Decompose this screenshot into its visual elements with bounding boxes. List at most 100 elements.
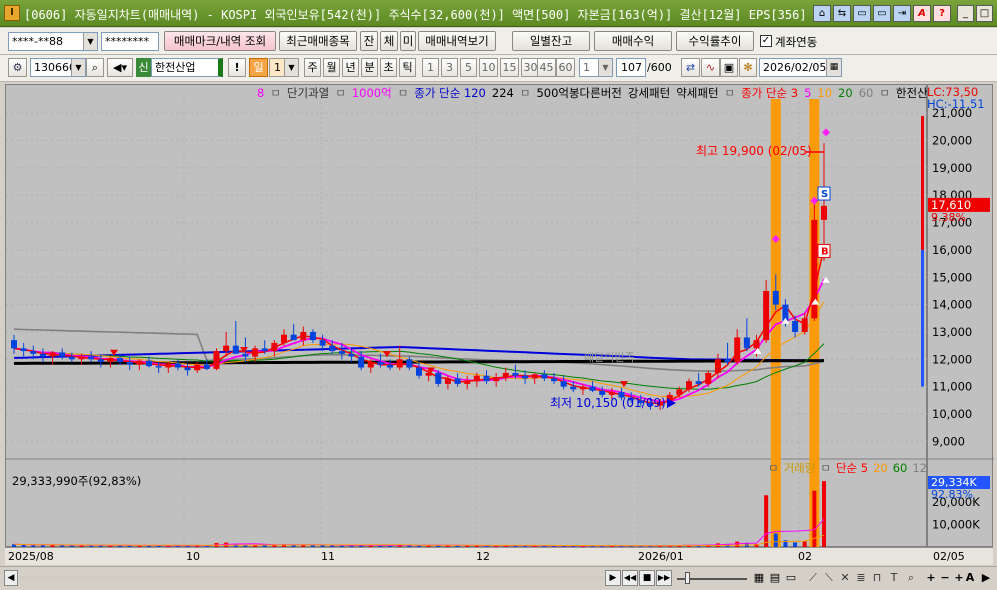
- interval-select[interactable]: 1 ▼: [579, 58, 613, 77]
- magnet-icon[interactable]: ⊓: [870, 570, 884, 585]
- account-select[interactable]: ****-**88 ▼: [8, 32, 98, 51]
- candle-body: [512, 372, 519, 376]
- period-number-select[interactable]: 1 ▼: [269, 58, 299, 77]
- trade-history-button[interactable]: 매매내역보기: [418, 31, 496, 51]
- password-field[interactable]: ********: [101, 32, 159, 51]
- stock-code-input[interactable]: 130660 ▼: [30, 58, 86, 77]
- maximize-button[interactable]: □: [976, 5, 993, 22]
- data-count-input[interactable]: 107: [616, 58, 646, 77]
- period-week-button[interactable]: 주: [304, 58, 321, 77]
- date-input[interactable]: 2026/02/05 ▦: [759, 58, 842, 77]
- window-title-bar: I [0606] 자동일지차트(매매내역) - KOSPI 외국인보유[542(…: [0, 0, 997, 27]
- chart-area[interactable]: 배달의민족 최고 19,900 (02/05) 최저 10,150 (01/09) S…: [5, 84, 938, 548]
- volume-ma5-line: [13, 518, 825, 547]
- period-minute-button[interactable]: 분: [361, 58, 378, 77]
- arrows-icon[interactable]: ⇄: [681, 58, 700, 77]
- window-title: [0606] 자동일지차트(매매내역) - KOSPI 외국인보유[542(천)…: [24, 8, 814, 22]
- fibo-icon[interactable]: ≣: [854, 570, 868, 585]
- stock-name-field[interactable]: 한전산업: [151, 58, 223, 77]
- zoom-in-button[interactable]: +: [925, 570, 937, 585]
- trade-profit-button[interactable]: 매매수익: [594, 31, 672, 51]
- candle-body: [473, 375, 480, 382]
- candle-body: [425, 372, 432, 376]
- drawing-icon[interactable]: ⟋: [806, 570, 820, 585]
- alert-button[interactable]: !: [228, 58, 246, 77]
- window-icon[interactable]: ▭: [784, 570, 798, 585]
- candle-body: [68, 356, 75, 360]
- candle-body: [165, 363, 172, 368]
- interval-1-button[interactable]: 1: [422, 58, 439, 77]
- interval-15-button[interactable]: 15: [500, 58, 519, 77]
- rewind-button[interactable]: ◀◀: [622, 570, 638, 586]
- interval-3-button[interactable]: 3: [441, 58, 458, 77]
- legend-item: ㅁ: [398, 86, 409, 100]
- candle-body: [763, 290, 770, 341]
- zoom-icon[interactable]: ⌕: [904, 570, 918, 585]
- settings-icon[interactable]: ⚙: [8, 58, 27, 77]
- volume-bar: [822, 481, 826, 547]
- interval-5-button[interactable]: 5: [460, 58, 477, 77]
- recent-trades-button[interactable]: 최근매매종목: [279, 31, 357, 51]
- search-icon[interactable]: ⌕: [86, 58, 104, 77]
- trade-mark-query-button[interactable]: 매매마크/내역 조회: [164, 31, 276, 51]
- candle-body: [242, 353, 249, 357]
- interval-45-button[interactable]: 45: [537, 58, 556, 77]
- period-tick-button[interactable]: 틱: [399, 58, 416, 77]
- date-axis: 2025/08 10 11 12 2026/01 02 02/05: [5, 547, 993, 565]
- scroll-left-button[interactable]: ◀: [4, 570, 18, 586]
- candle-body: [107, 357, 114, 363]
- home-icon[interactable]: ⌂: [813, 5, 831, 22]
- window-icon[interactable]: ▭: [873, 5, 891, 22]
- current-date-label: 02/05: [933, 550, 965, 563]
- layout-icon[interactable]: ▦: [752, 570, 766, 585]
- legend-item: 5: [804, 86, 811, 100]
- font-icon[interactable]: A: [913, 5, 931, 22]
- zoom-slider[interactable]: [677, 570, 747, 586]
- unfilled-button[interactable]: 미: [400, 31, 416, 51]
- daily-balance-button[interactable]: 일별잔고: [512, 31, 590, 51]
- trendline-icon[interactable]: ⟍: [822, 570, 836, 585]
- current-volume-pct: 92.83%: [931, 488, 973, 501]
- candle-body: [743, 337, 750, 349]
- date-axis-label: 02: [798, 550, 812, 563]
- candle-body: [309, 331, 316, 341]
- minimize-button[interactable]: _: [957, 5, 974, 22]
- period-year-button[interactable]: 년: [342, 58, 359, 77]
- link-icon[interactable]: ⇆: [833, 5, 851, 22]
- zoom-out-button[interactable]: −: [939, 570, 951, 585]
- font-button[interactable]: A: [964, 570, 976, 585]
- price-axis-label: 19,000: [932, 161, 972, 175]
- highlight-band: [809, 99, 820, 548]
- stop-button[interactable]: ■: [639, 570, 655, 586]
- period-daily-button[interactable]: 일: [249, 58, 268, 77]
- grid-icon[interactable]: ▤: [768, 570, 782, 585]
- executed-button[interactable]: 체: [380, 31, 398, 51]
- interval-10-button[interactable]: 10: [479, 58, 498, 77]
- speaker-icon[interactable]: ◀▾: [107, 58, 133, 77]
- screen-icon[interactable]: ▭: [853, 5, 871, 22]
- period-month-button[interactable]: 월: [323, 58, 340, 77]
- scroll-right-button[interactable]: ▶: [605, 570, 621, 586]
- save-icon[interactable]: ▣: [720, 58, 738, 77]
- candle-body: [772, 290, 779, 305]
- chevron-down-icon: ▼: [83, 33, 97, 50]
- high-annotation: 최고 19,900 (02/05): [696, 144, 812, 158]
- calendar-icon[interactable]: ▦: [826, 59, 841, 76]
- legend-item: 단기과열: [287, 86, 329, 100]
- period-second-button[interactable]: 초: [380, 58, 397, 77]
- price-volume-chart[interactable]: 배달의민족 최고 19,900 (02/05) 최저 10,150 (01/09) S…: [6, 85, 938, 548]
- text-icon[interactable]: T: [887, 570, 901, 585]
- return-trend-button[interactable]: 수익률추이: [676, 31, 754, 51]
- scrollbar-track[interactable]: [20, 576, 604, 580]
- export-icon[interactable]: ⇥: [893, 5, 911, 22]
- fast-forward-button[interactable]: ▶▶: [656, 570, 672, 586]
- crosshair-icon[interactable]: ✕: [838, 570, 852, 585]
- price-axis-label: 11,000: [932, 380, 972, 394]
- indicator-icon[interactable]: ∿: [701, 58, 720, 77]
- account-link-checkbox[interactable]: ✓: [760, 35, 772, 47]
- help-icon[interactable]: ?: [933, 5, 951, 22]
- play-button[interactable]: ▶: [980, 570, 992, 585]
- interval-60-button[interactable]: 60: [556, 58, 575, 77]
- gear-icon[interactable]: ✻: [739, 58, 757, 77]
- balance-button[interactable]: 잔: [360, 31, 378, 51]
